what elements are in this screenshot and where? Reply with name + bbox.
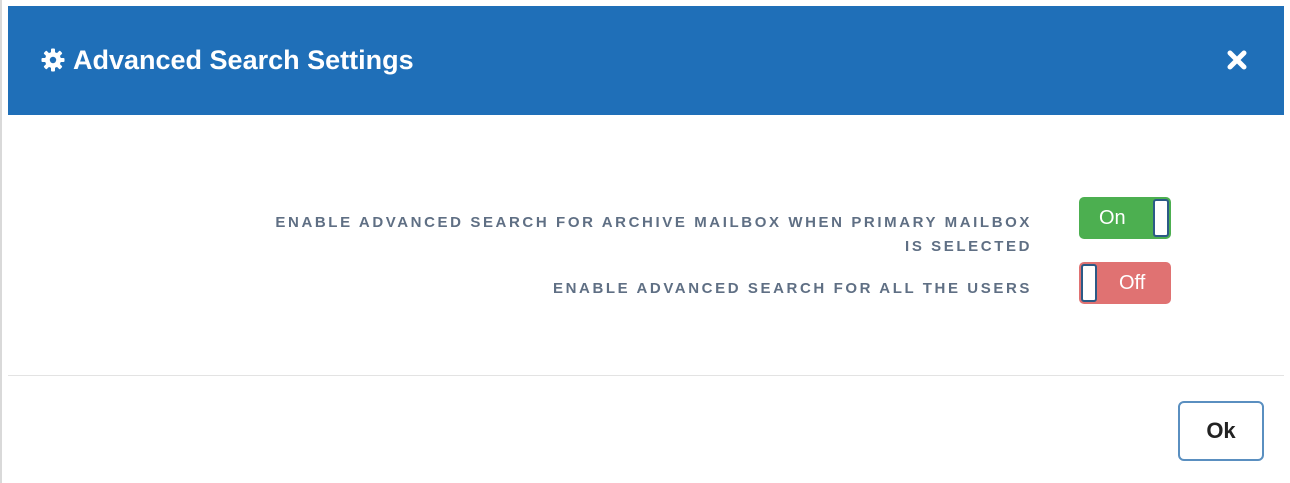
page: Advanced Search Settings ENABLE ADVANCED… bbox=[0, 0, 1290, 483]
dialog-title-group: Advanced Search Settings bbox=[41, 42, 414, 78]
advanced-search-settings-dialog: Advanced Search Settings ENABLE ADVANCED… bbox=[8, 6, 1284, 483]
dialog-header: Advanced Search Settings bbox=[8, 6, 1284, 115]
archive-mailbox-toggle-state: On bbox=[1099, 207, 1126, 229]
close-button[interactable] bbox=[1221, 44, 1253, 76]
all-users-toggle-state: Off bbox=[1119, 272, 1146, 294]
dialog-body: ENABLE ADVANCED SEARCH FOR ARCHIVE MAILB… bbox=[8, 115, 1284, 375]
dialog-title: Advanced Search Settings bbox=[73, 45, 414, 75]
toggle-knob[interactable] bbox=[1081, 264, 1097, 302]
setting-label-archive-mailbox: ENABLE ADVANCED SEARCH FOR ARCHIVE MAILB… bbox=[275, 211, 1032, 259]
setting-label-all-users: ENABLE ADVANCED SEARCH FOR ALL THE USERS bbox=[552, 280, 1032, 297]
archive-mailbox-toggle[interactable]: On bbox=[1079, 197, 1171, 239]
setting-label-archive-mailbox-line-2: IS SELECTED bbox=[905, 238, 1032, 255]
background-edge bbox=[0, 0, 2, 483]
all-users-toggle[interactable]: Off bbox=[1079, 262, 1171, 304]
toggle-knob[interactable] bbox=[1153, 199, 1169, 237]
gear-icon bbox=[41, 48, 65, 72]
setting-label-archive-mailbox-line-1: ENABLE ADVANCED SEARCH FOR ARCHIVE MAILB… bbox=[275, 214, 1032, 231]
footer-divider bbox=[8, 375, 1284, 376]
ok-button[interactable]: Ok bbox=[1178, 401, 1264, 461]
close-icon[interactable] bbox=[1226, 49, 1248, 71]
